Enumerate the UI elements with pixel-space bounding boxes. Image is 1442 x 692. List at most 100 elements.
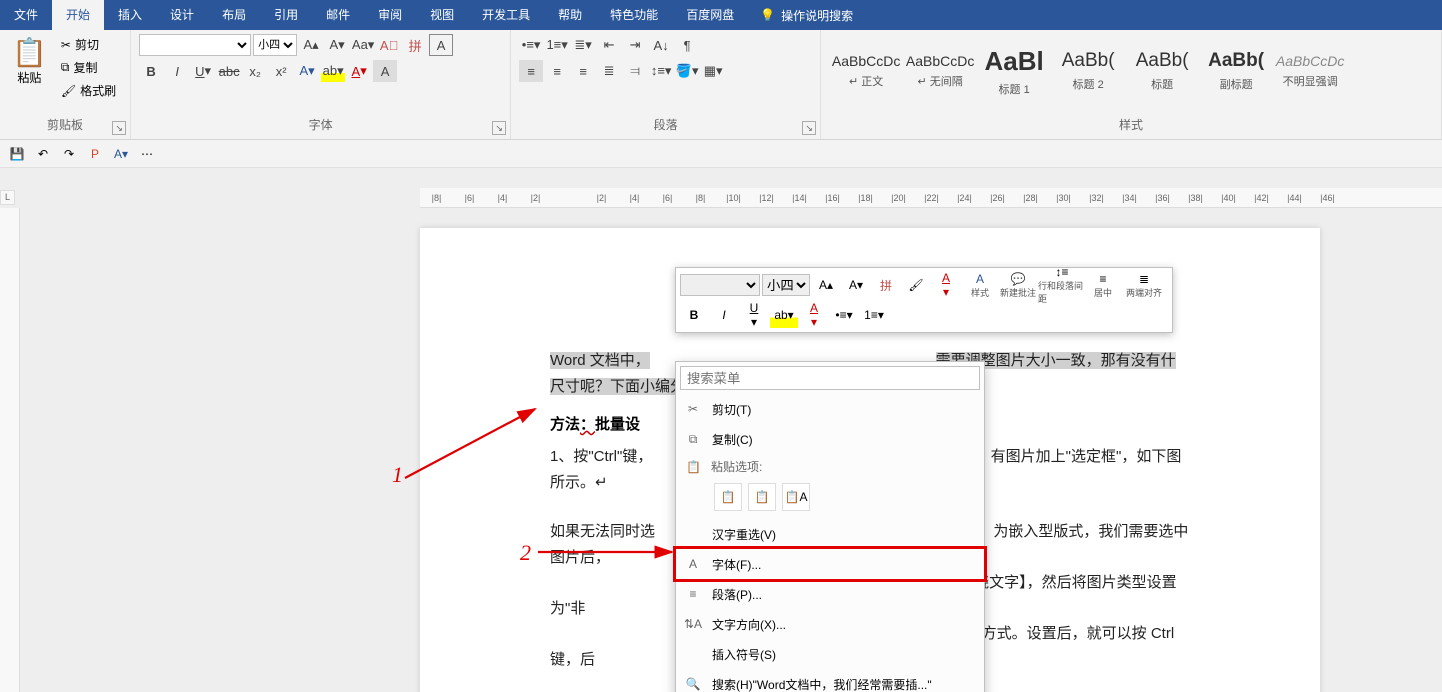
tab-design[interactable]: 设计 [156, 0, 208, 30]
font-color-button[interactable]: A▾ [347, 60, 371, 82]
multilevel-button[interactable]: ≣▾ [571, 34, 595, 56]
tab-home[interactable]: 开始 [52, 0, 104, 30]
powerpoint-icon[interactable]: P [86, 145, 104, 163]
ctx-cut[interactable]: ✂剪切(T) [676, 394, 984, 424]
style-subtitle[interactable]: AaBb(副标题 [1199, 34, 1273, 108]
mini-size-select[interactable]: 小四 [762, 274, 810, 296]
ctx-reconvert[interactable]: 汉字重选(V) [676, 519, 984, 549]
vertical-ruler[interactable] [0, 208, 20, 692]
tab-view[interactable]: 视图 [416, 0, 468, 30]
strikethrough-button[interactable]: abc [217, 60, 241, 82]
increase-indent-button[interactable]: ⇥ [623, 34, 647, 56]
mini-highlight[interactable]: ab▾ [770, 302, 798, 328]
line-spacing-button[interactable]: ↕≡▾ [649, 60, 673, 82]
phonetic-button[interactable]: 拼 [403, 34, 427, 56]
mini-line-spacing[interactable]: ↕≡行和段落间距 [1038, 272, 1086, 298]
bullets-button[interactable]: •≡▾ [519, 34, 543, 56]
mini-bold[interactable]: B [680, 302, 708, 328]
mini-font-color2[interactable]: A▾ [800, 302, 828, 328]
align-left-button[interactable]: ≡ [519, 60, 543, 82]
show-marks-button[interactable]: ¶ [675, 34, 699, 56]
horizontal-ruler[interactable]: |8| |6| |4| |2| |2| |4| |6| |8| |10| |12… [420, 188, 1442, 208]
highlight-button[interactable]: ab▾ [321, 60, 345, 82]
tell-me-search[interactable]: 💡 操作说明搜索 [748, 7, 865, 24]
bold-button[interactable]: B [139, 60, 163, 82]
paragraph-dialog-launcher[interactable]: ↘ [802, 121, 816, 135]
italic-button[interactable]: I [165, 60, 189, 82]
ctx-insert-symbol[interactable]: 插入符号(S) [676, 639, 984, 669]
style-subtle-emphasis[interactable]: AaBbCcDc不明显强调 [1273, 34, 1347, 108]
tab-insert[interactable]: 插入 [104, 0, 156, 30]
superscript-button[interactable]: x² [269, 60, 293, 82]
style-title[interactable]: AaBb(标题 [1125, 34, 1199, 108]
style-nospacing[interactable]: AaBbCcDc↵ 无间隔 [903, 34, 977, 108]
char-shading-button[interactable]: A [373, 60, 397, 82]
qat-more-button[interactable]: ⋯ [138, 145, 156, 163]
ctx-text-direction[interactable]: ⇅A文字方向(X)... [676, 609, 984, 639]
ctx-font[interactable]: A字体(F)... [676, 549, 984, 579]
tab-developer[interactable]: 开发工具 [468, 0, 544, 30]
decrease-indent-button[interactable]: ⇤ [597, 34, 621, 56]
mini-styles[interactable]: A样式 [962, 272, 998, 298]
align-right-button[interactable]: ≡ [571, 60, 595, 82]
underline-button[interactable]: U▾ [191, 60, 215, 82]
redo-button[interactable]: ↷ [60, 145, 78, 163]
font-size-select[interactable]: 小四 [253, 34, 297, 56]
style-heading1[interactable]: AaBl标题 1 [977, 34, 1051, 108]
mini-italic[interactable]: I [710, 302, 738, 328]
borders-button[interactable]: ▦▾ [701, 60, 725, 82]
format-painter-button[interactable]: 🖌格式刷 [55, 80, 122, 101]
save-button[interactable]: 💾 [8, 145, 26, 163]
mini-format-painter[interactable]: 🖌 [902, 272, 930, 298]
distribute-button[interactable]: ⫤ [623, 60, 647, 82]
shading-button[interactable]: 🪣▾ [675, 60, 699, 82]
sort-button[interactable]: A↓ [649, 34, 673, 56]
style-heading2[interactable]: AaBb(标题 2 [1051, 34, 1125, 108]
align-center-button[interactable]: ≡ [545, 60, 569, 82]
clear-format-button[interactable]: A⃠ [377, 34, 401, 56]
cut-button[interactable]: ✂剪切 [55, 34, 122, 55]
font-family-select[interactable] [139, 34, 251, 56]
context-search-input[interactable] [680, 366, 980, 390]
tab-layout[interactable]: 布局 [208, 0, 260, 30]
mini-new-comment[interactable]: 💬新建批注 [1000, 272, 1036, 298]
mini-font-color[interactable]: A▾ [932, 272, 960, 298]
tab-references[interactable]: 引用 [260, 0, 312, 30]
font-a-icon[interactable]: A▾ [112, 145, 130, 163]
mini-shrink-font[interactable]: A▾ [842, 272, 870, 298]
paste-keep-source[interactable]: 📋 [714, 483, 742, 511]
tab-help[interactable]: 帮助 [544, 0, 596, 30]
mini-justify[interactable]: ≣两端对齐 [1120, 272, 1168, 298]
tab-review[interactable]: 审阅 [364, 0, 416, 30]
clipboard-dialog-launcher[interactable]: ↘ [112, 121, 126, 135]
mini-bullets[interactable]: •≡▾ [830, 302, 858, 328]
tab-file[interactable]: 文件 [0, 0, 52, 30]
undo-button[interactable]: ↶ [34, 145, 52, 163]
ctx-paragraph[interactable]: ≡段落(P)... [676, 579, 984, 609]
tab-mailings[interactable]: 邮件 [312, 0, 364, 30]
change-case-button[interactable]: Aa▾ [351, 34, 375, 56]
mini-numbering[interactable]: 1≡▾ [860, 302, 888, 328]
style-normal[interactable]: AaBbCcDc↵ 正文 [829, 34, 903, 108]
subscript-button[interactable]: x₂ [243, 60, 267, 82]
copy-button[interactable]: ⧉复制 [55, 57, 122, 78]
shrink-font-button[interactable]: A▾ [325, 34, 349, 56]
mini-center[interactable]: ≡居中 [1088, 272, 1118, 298]
ctx-search[interactable]: 🔍搜索(H)"Word文档中，我们经常需要插..." [676, 669, 984, 692]
mini-underline[interactable]: U▾ [740, 302, 768, 328]
mini-phonetic[interactable]: 拼 [872, 272, 900, 298]
ctx-copy[interactable]: ⧉复制(C) [676, 424, 984, 454]
paste-button[interactable]: 📋 粘贴 [8, 34, 51, 88]
justify-button[interactable]: ≣ [597, 60, 621, 82]
text-effects-button[interactable]: A▾ [295, 60, 319, 82]
char-border-button[interactable]: A [429, 34, 453, 56]
font-dialog-launcher[interactable]: ↘ [492, 121, 506, 135]
tab-special[interactable]: 特色功能 [596, 0, 672, 30]
grow-font-button[interactable]: A▴ [299, 34, 323, 56]
numbering-button[interactable]: 1≡▾ [545, 34, 569, 56]
tab-baidu[interactable]: 百度网盘 [672, 0, 748, 30]
paste-merge[interactable]: 📋 [748, 483, 776, 511]
paste-text-only[interactable]: 📋A [782, 483, 810, 511]
mini-grow-font[interactable]: A▴ [812, 272, 840, 298]
mini-font-select[interactable] [680, 274, 760, 296]
